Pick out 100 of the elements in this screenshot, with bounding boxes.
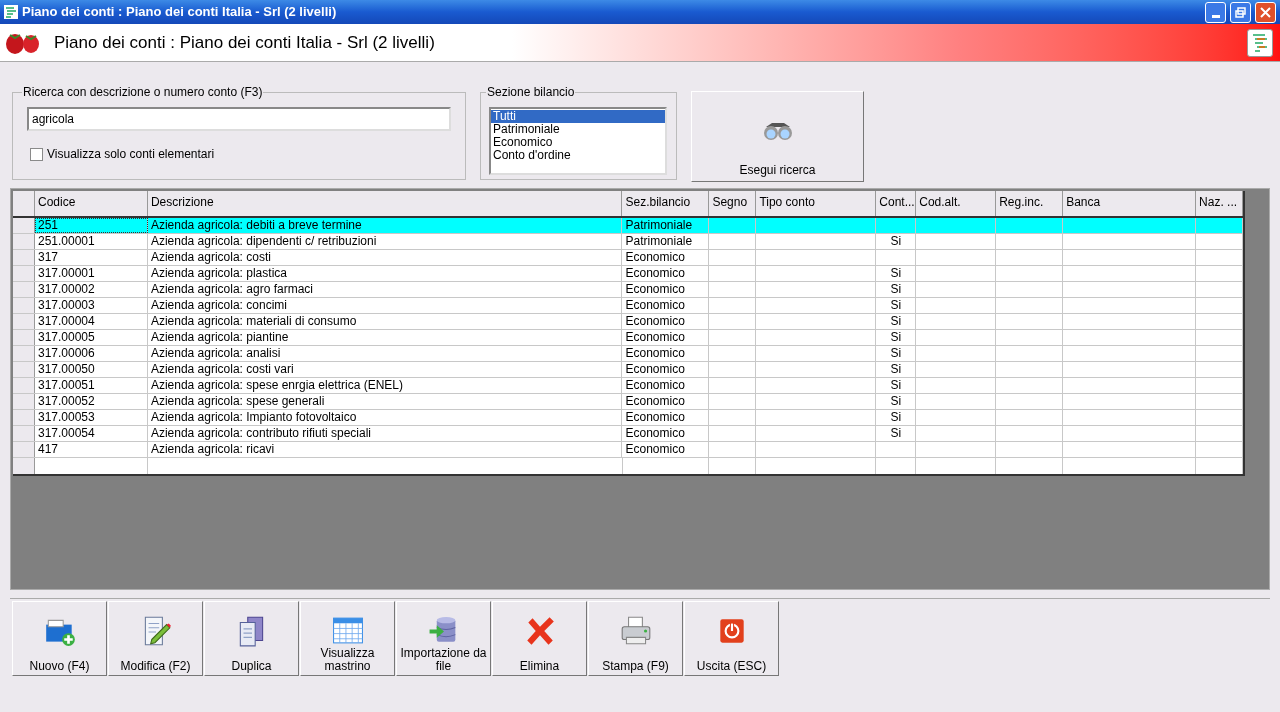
table-cell: Economico: [625, 314, 685, 328]
table-cell: Azienda agricola: plastica: [150, 266, 287, 280]
table-row[interactable]: 317.00050 Azienda agricola: costi vari Economico Si: [13, 362, 1243, 378]
table-cell: Patrimoniale: [625, 218, 693, 232]
minimize-button[interactable]: [1205, 1, 1226, 23]
table-cell: Economico: [625, 394, 685, 408]
table-cell: Economico: [625, 362, 685, 376]
table-cell: 317: [38, 250, 58, 264]
table-cell: Si: [890, 426, 902, 440]
toolbar-button[interactable]: Importazione da file: [396, 601, 491, 676]
toolbar-button[interactable]: Visualizza mastrino: [300, 601, 395, 676]
table-cell: Economico: [625, 282, 685, 296]
table-cell: Si: [890, 378, 902, 392]
column-header[interactable]: Descrizione: [147, 191, 623, 216]
table-cell: Azienda agricola: spese enrgia elettrica (ENEL): [150, 378, 404, 392]
table-row[interactable]: 317.00003 Azienda agricola: concimi Economico Si: [13, 298, 1243, 314]
table-cell: Si: [890, 266, 902, 280]
toolbar-button[interactable]: Stampa (F9): [588, 601, 683, 676]
close-button[interactable]: [1255, 1, 1276, 23]
checkbox[interactable]: [30, 147, 43, 161]
row-header: [13, 378, 35, 393]
column-header[interactable]: Tipo conto: [756, 191, 877, 216]
toolbar-button[interactable]: Elimina: [492, 601, 587, 676]
row-header: [13, 234, 35, 249]
row-header: [13, 442, 35, 457]
calendar-grid-icon: [330, 614, 365, 647]
tree-view-button[interactable]: [1247, 28, 1273, 57]
table-cell: Economico: [625, 330, 685, 344]
table-cell: 317.00053: [38, 410, 95, 424]
column-header[interactable]: Sez.bilancio: [622, 191, 710, 216]
table-row[interactable]: 317.00006 Azienda agricola: analisi Economico Si: [13, 346, 1243, 362]
table-cell: Azienda agricola: spese generali: [150, 394, 325, 408]
row-header: [13, 298, 35, 313]
list-option[interactable]: Conto d'ordine: [491, 149, 665, 162]
list-option[interactable]: Patrimoniale: [491, 123, 665, 136]
column-header[interactable]: Naz. ...: [1196, 191, 1243, 216]
column-header[interactable]: Banca: [1063, 191, 1197, 216]
table-cell: Azienda agricola: piantine: [150, 330, 289, 344]
table-cell: 317.00005: [38, 330, 95, 344]
table-cell: 317.00050: [38, 362, 95, 376]
list-option[interactable]: Tutti: [491, 110, 665, 123]
column-header[interactable]: Cont...: [876, 191, 917, 216]
table-cell: Azienda agricola: contributo rifiuti speciali: [150, 426, 371, 440]
table-cell: Azienda agricola: analisi: [150, 346, 281, 360]
table-cell: Economico: [625, 298, 685, 312]
toolbar-button[interactable]: Modifica (F2): [108, 601, 203, 676]
search-button[interactable]: Esegui ricerca: [691, 91, 864, 182]
table-row[interactable]: 317.00052 Azienda agricola: spese generali Economico Si: [13, 394, 1243, 410]
row-header: [13, 458, 35, 474]
row-header: [13, 266, 35, 281]
table-row[interactable]: 317.00005 Azienda agricola: piantine Economico Si: [13, 330, 1243, 346]
table-cell: 251: [38, 218, 58, 232]
header-title: Piano dei conti : Piano dei conti Italia - Srl (2 livelli): [54, 31, 435, 54]
table-cell: Azienda agricola: debiti a breve termine: [150, 218, 362, 232]
toolbar-button[interactable]: Nuovo (F4): [12, 601, 107, 676]
table-cell: Si: [890, 314, 902, 328]
row-header: [13, 394, 35, 409]
table-cell: Economico: [625, 250, 685, 264]
table-row[interactable]: 317 Azienda agricola: costi Economico: [13, 250, 1243, 266]
row-header: [13, 314, 35, 329]
table-cell: Si: [890, 234, 902, 248]
table-row[interactable]: 251 Azienda agricola: debiti a breve termine Patrimoniale: [13, 218, 1243, 234]
column-header[interactable]: Segno: [709, 191, 757, 216]
table-row[interactable]: 317.00004 Azienda agricola: materiali di consumo Economico Si: [13, 314, 1243, 330]
column-header[interactable]: Reg.inc.: [996, 191, 1064, 216]
restore-button[interactable]: [1230, 1, 1251, 23]
table-cell: Economico: [625, 346, 685, 360]
close-icon: [1260, 6, 1271, 18]
list-option[interactable]: Economico: [491, 136, 665, 149]
row-header: [13, 346, 35, 361]
row-header: [13, 282, 35, 297]
table-cell: Si: [890, 330, 902, 344]
table-cell: Azienda agricola: costi: [150, 250, 271, 264]
minimize-icon: [1211, 14, 1220, 18]
table-row[interactable]: 317.00053 Azienda agricola: Impianto fotovoltaico Economico Si: [13, 410, 1243, 426]
table-cell: Azienda agricola: materiali di consumo: [150, 314, 357, 328]
table-row[interactable]: 317.00054 Azienda agricola: contributo rifiuti speciali Economico Si: [13, 426, 1243, 442]
table-cell: Azienda agricola: concimi: [150, 298, 287, 312]
table-row[interactable]: 317.00001 Azienda agricola: plastica Economico Si: [13, 266, 1243, 282]
table-row[interactable]: 317.00002 Azienda agricola: agro farmaci Economico Si: [13, 282, 1243, 298]
column-header[interactable]: Codice: [35, 191, 148, 216]
binoculars-icon: [761, 121, 794, 141]
toolbar-button[interactable]: Duplica: [204, 601, 299, 676]
table-cell: Azienda agricola: dipendenti c/ retribuzioni: [150, 234, 377, 248]
search-field[interactable]: agricola: [27, 107, 451, 131]
table-cell: Si: [890, 282, 902, 296]
table-cell: 317.00054: [38, 426, 95, 440]
table-cell: Economico: [625, 410, 685, 424]
table-row[interactable]: 317.00051 Azienda agricola: spese enrgia elettrica (ENEL) Economico Si: [13, 378, 1243, 394]
search-legend: Ricerca con descrizione o numero conto (F3): [22, 83, 264, 101]
table-row[interactable]: 417 Azienda agricola: ricavi Economico: [13, 442, 1243, 458]
column-header[interactable]: Cod.alt.: [916, 191, 997, 216]
restore-icon: [1235, 6, 1246, 18]
table-cell: Azienda agricola: agro farmaci: [150, 282, 313, 296]
tree-list-icon: [1251, 31, 1269, 54]
section-legend: Sezione bilancio: [486, 83, 576, 101]
row-header: [13, 410, 35, 425]
table-cell: 317.00003: [38, 298, 95, 312]
table-row[interactable]: 251.00001 Azienda agricola: dipendenti c/ retribuzioni Patrimoniale Si: [13, 234, 1243, 250]
toolbar-button[interactable]: Uscita (ESC): [684, 601, 779, 676]
